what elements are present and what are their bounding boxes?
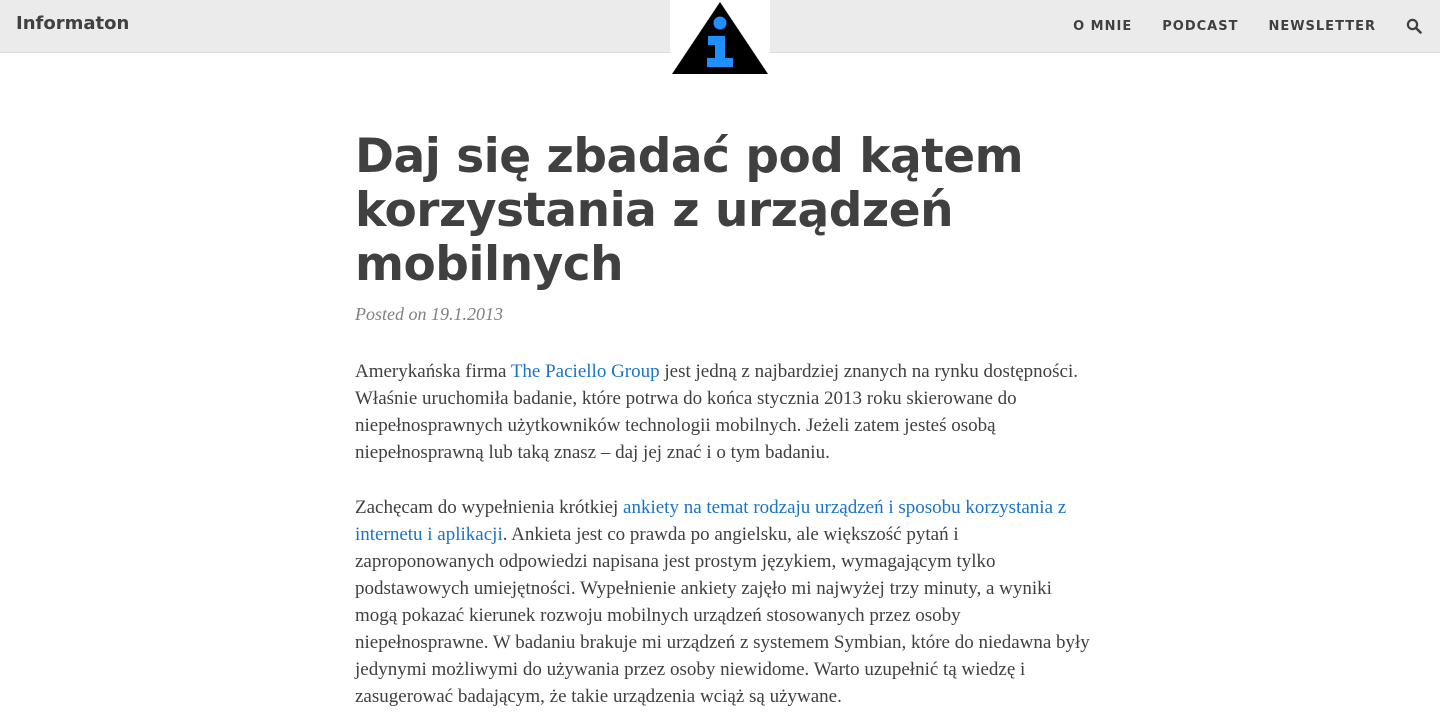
article: Daj się zbadać pod kątem korzystania z u… (355, 130, 1090, 720)
nav-link-podcast[interactable]: PODCAST (1162, 19, 1238, 34)
main-nav: O MNIE PODCAST NEWSLETTER (1043, 0, 1422, 52)
article-body: Amerykańska firma The Paciello Group jes… (355, 358, 1090, 710)
nav-link-newsletter[interactable]: NEWSLETTER (1268, 19, 1376, 34)
post-meta: Posted on 19.1.2013 (355, 304, 1090, 325)
paragraph-1-before: Amerykańska firma (355, 361, 511, 382)
info-triangle-logo-icon (672, 2, 768, 74)
search-icon[interactable] (1406, 18, 1422, 34)
paragraph-2: Zachęcam do wypełnienia krótkiej ankiety… (355, 494, 1090, 710)
paragraph-1: Amerykańska firma The Paciello Group jes… (355, 358, 1090, 466)
posted-on-label: Posted on (355, 304, 427, 324)
paciello-group-link[interactable]: The Paciello Group (511, 361, 660, 382)
site-logo[interactable] (670, 0, 770, 76)
paragraph-2-before: Zachęcam do wypełnienia krótkiej (355, 497, 624, 518)
nav-link-o-mnie[interactable]: O MNIE (1073, 19, 1132, 34)
article-title: Daj się zbadać pod kątem korzystania z u… (355, 129, 1024, 292)
paragraph-2-after: . Ankieta jest co prawda po angielsku, a… (355, 524, 1090, 707)
post-date: 19.1.2013 (431, 304, 503, 324)
top-navigation-bar: Informaton O MNIE PODCAST NEWSLETTER (0, 0, 1440, 76)
site-brand-link[interactable]: Informaton (16, 13, 129, 34)
